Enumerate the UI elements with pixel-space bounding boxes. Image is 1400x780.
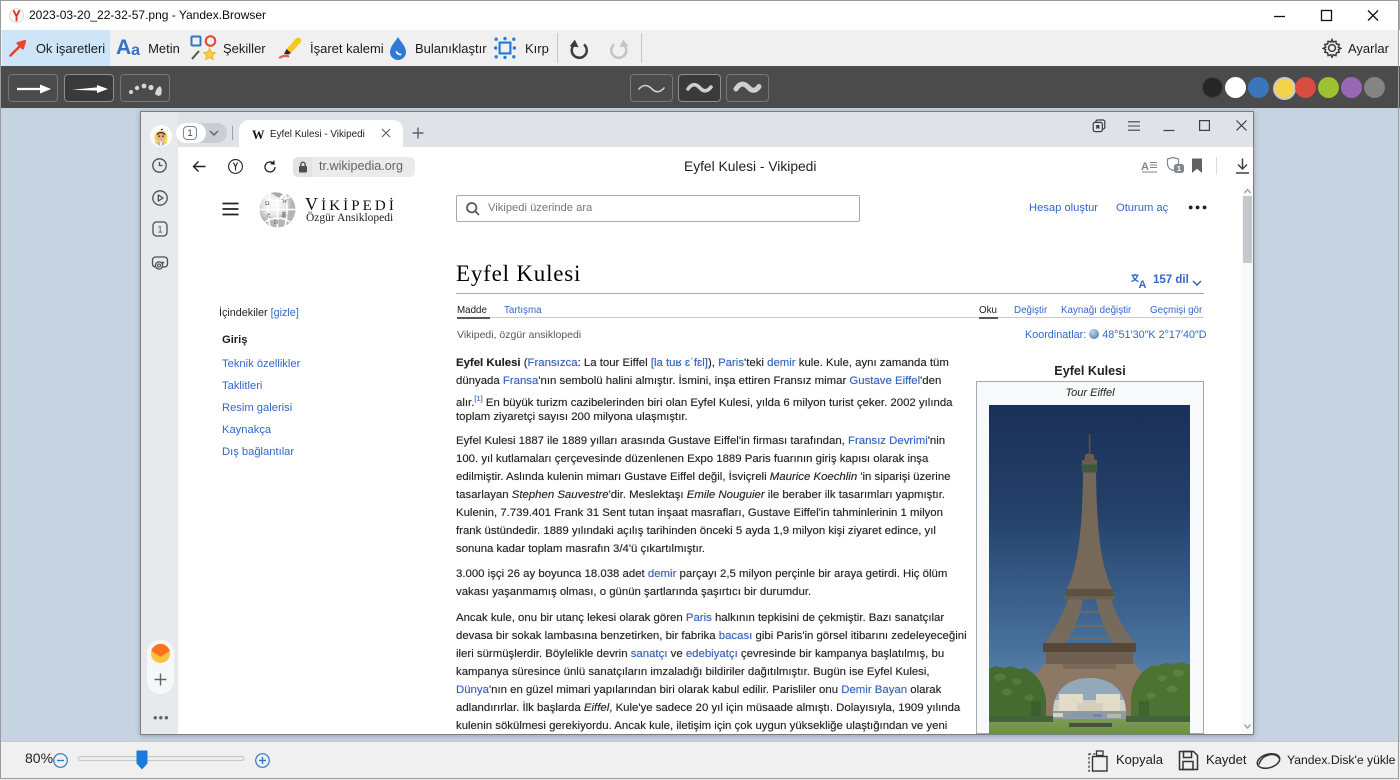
svg-text:A: A bbox=[1139, 279, 1147, 289]
svg-text:Ω: Ω bbox=[265, 201, 270, 207]
svg-text:ع: ع bbox=[267, 212, 271, 218]
svg-text:D: D bbox=[274, 220, 279, 226]
svg-text:A: A bbox=[1141, 161, 1149, 173]
svg-text:あ: あ bbox=[281, 212, 287, 219]
svg-text:1: 1 bbox=[1177, 164, 1181, 173]
svg-text:1: 1 bbox=[157, 225, 162, 235]
svg-text:W: W bbox=[282, 199, 288, 205]
